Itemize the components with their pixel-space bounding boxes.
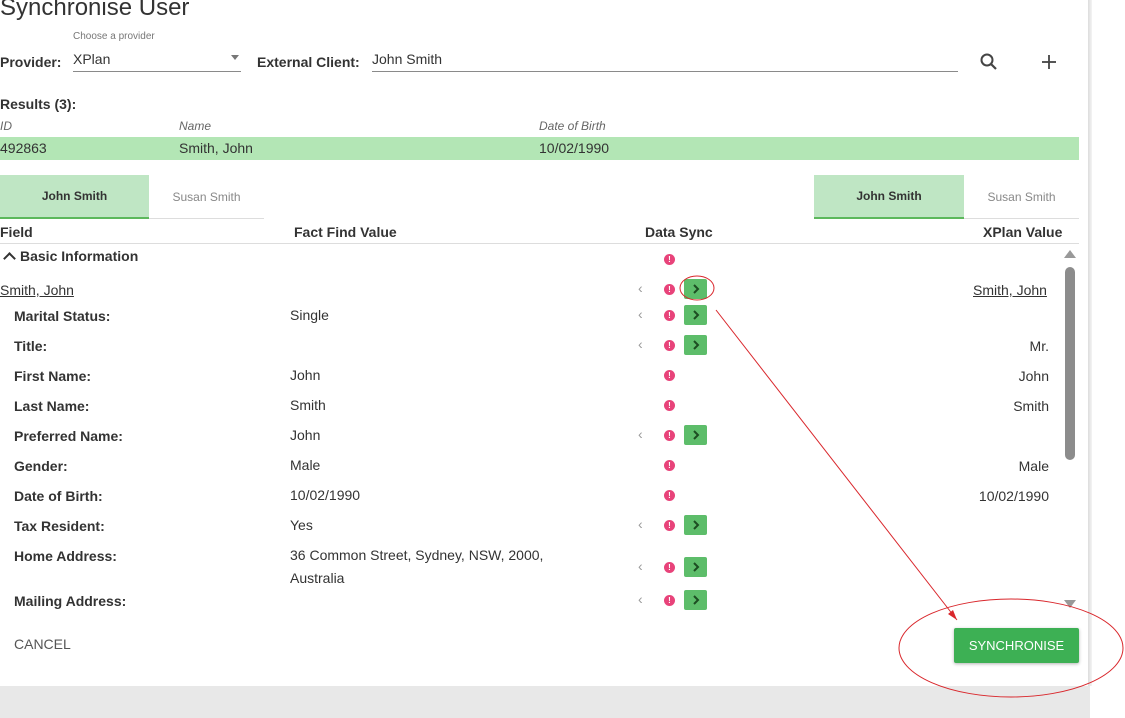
annotation-overlay: [679, 275, 1124, 698]
annotation-arrow: [715, 309, 958, 621]
annotation-circle-small: [679, 275, 715, 301]
annotation-circle-large: [898, 598, 1124, 698]
annotation-arrowhead: [948, 610, 957, 620]
